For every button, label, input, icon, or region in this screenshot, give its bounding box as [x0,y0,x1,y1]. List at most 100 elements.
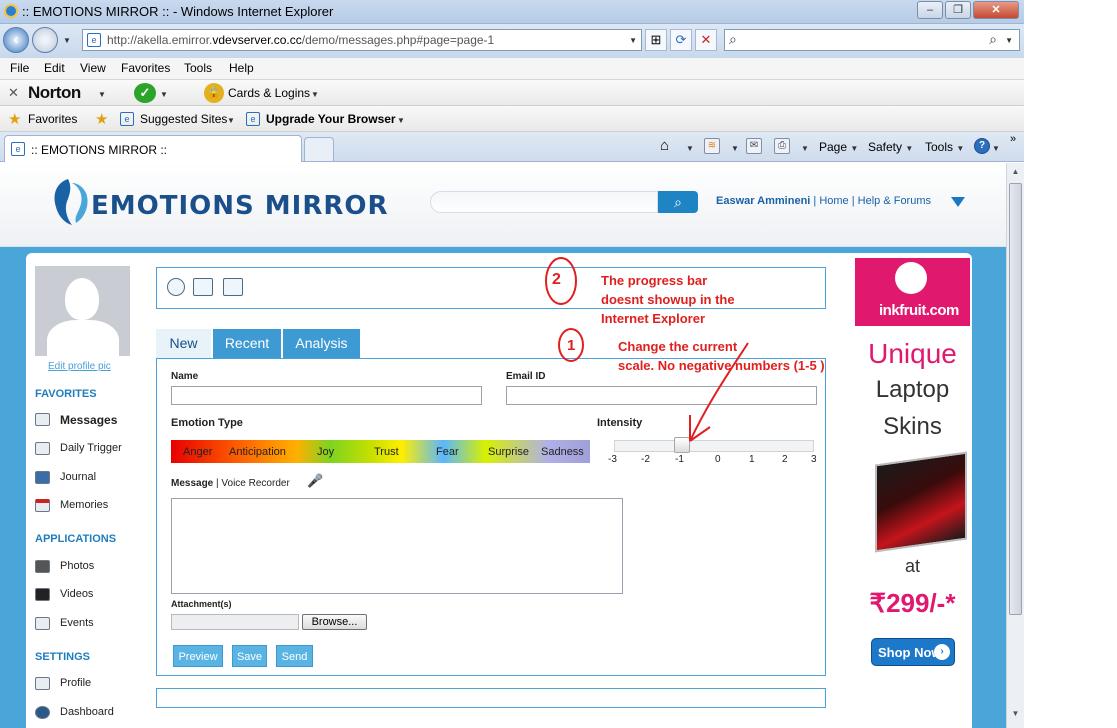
help-forums-link[interactable]: | Help & Forums [852,195,931,207]
webcam-icon[interactable] [167,278,185,296]
name-input[interactable] [171,386,482,405]
ad-brand: inkfruit.com [879,302,959,319]
history-dropdown-icon[interactable]: ▼ [63,36,71,45]
site-logo-text[interactable]: EMOTIONS MIRROR [91,191,389,221]
profile-icon [35,677,50,690]
dashboard-icon [35,706,50,719]
safe-check-icon[interactable]: ✓ [134,83,156,103]
browser-search-input[interactable]: ⌕ ⌕ ▼ [724,29,1020,51]
close-toolbar-icon[interactable]: ✕ [8,85,19,101]
page-menu[interactable]: Page ▼ [819,140,858,154]
calendar-icon [35,499,50,512]
compatibility-icon[interactable]: ⊞ [645,29,667,51]
upgrade-dropdown-icon[interactable]: ▼ [397,116,405,125]
home-dropdown-icon[interactable]: ▼ [686,144,694,153]
ad-price: ₹299/-* [869,588,956,618]
close-button[interactable]: ✕ [973,1,1019,19]
forward-window-icon[interactable] [223,278,243,296]
minimize-button[interactable]: – [917,1,943,19]
favorites-star-icon[interactable]: ★ [8,110,21,128]
scroll-up-icon[interactable]: ▲ [1009,167,1022,181]
film-icon [35,588,50,601]
browse-button[interactable]: Browse... [302,614,367,630]
add-favorite-icon[interactable]: ★ [95,110,108,128]
safety-menu[interactable]: Safety ▼ [868,140,913,154]
emotion-trust[interactable]: Trust [374,446,399,458]
search-provider-icon: ⌕ [729,31,737,47]
tab-new[interactable]: New [156,329,212,358]
tools-menu[interactable]: Tools ▼ [925,140,964,154]
save-button[interactable]: Save [232,645,267,667]
browser-tab[interactable]: e :: EMOTIONS MIRROR :: [4,135,302,162]
norton-dropdown-icon[interactable]: ▼ [98,90,106,99]
page-favicon-icon: e [11,142,25,156]
voice-recorder-link[interactable]: | Voice Recorder [216,478,290,489]
scroll-down-icon[interactable]: ▼ [1009,709,1022,723]
preview-button[interactable]: Preview [173,645,223,667]
norton-logo[interactable]: Norton [28,83,81,103]
stop-icon[interactable]: ✕ [695,29,717,51]
site-search-input[interactable] [430,191,658,213]
search-options-icon[interactable]: ▼ [1005,36,1013,45]
upgrade-browser-link[interactable]: Upgrade Your Browser [266,112,396,126]
favorites-button[interactable]: Favorites [28,112,77,126]
refresh-icon[interactable]: ⟳ [670,29,692,51]
emotion-fear[interactable]: Fear [436,446,459,458]
navigation-bar: ‹ › ▼ e http://akella.emirror.vdevserver… [0,24,1024,58]
menu-favorites[interactable]: Favorites [121,61,170,75]
emotion-joy[interactable]: Joy [317,446,334,458]
print-dropdown-icon[interactable]: ▼ [801,144,809,153]
suggested-dropdown-icon[interactable]: ▼ [227,116,235,125]
maximize-button[interactable]: ❐ [945,1,971,19]
search-icon[interactable]: ⌕ [989,31,997,48]
vertical-scrollbar[interactable]: ▲ ▼ [1006,163,1024,728]
tab-recent[interactable]: Recent [213,329,282,358]
message-textarea[interactable] [171,498,623,594]
ad-header: inkfruit.com [855,258,970,326]
menu-view[interactable]: View [80,61,106,75]
inkfruit-ad[interactable]: inkfruit.com Unique Laptop Skins at ₹299… [855,258,970,683]
cards-logins-button[interactable]: Cards & Logins [228,86,310,100]
emotion-anticipation[interactable]: Anticipation [229,446,286,458]
menu-file[interactable]: File [10,61,29,75]
new-window-icon[interactable] [193,278,213,296]
emotion-surprise[interactable]: Surprise [488,446,529,458]
emotion-anger[interactable]: Anger [183,446,212,458]
new-tab-button[interactable] [304,137,334,161]
account-dropdown-icon[interactable] [951,197,965,207]
settings-heading: SETTINGS [35,651,91,663]
attachment-path-input[interactable] [171,614,299,630]
mail-icon[interactable]: ✉ [746,138,762,154]
home-icon[interactable]: ⌂ [660,137,669,154]
username-link[interactable]: Easwar Ammineni [716,195,810,207]
feeds-dropdown-icon[interactable]: ▼ [731,144,739,153]
lock-icon[interactable]: 🔒 [204,83,224,103]
edit-profile-pic-link[interactable]: Edit profile pic [48,361,111,372]
suggested-sites-link[interactable]: Suggested Sites [140,112,227,126]
ad-at: at [904,556,920,576]
site-search-button[interactable]: ⌕ [658,191,698,213]
home-link[interactable]: | Home [810,195,848,207]
send-button[interactable]: Send [276,645,313,667]
help-dropdown-icon[interactable]: ▼ [992,144,1000,153]
ie-page-icon: e [246,112,260,126]
feeds-icon[interactable]: ≋ [704,138,720,154]
forward-button[interactable]: › [32,27,58,53]
menu-help[interactable]: Help [229,61,254,75]
emotion-type-bar[interactable]: Anger Anticipation Joy Trust Fear Surpri… [171,440,590,463]
address-bar[interactable]: e http://akella.emirror.vdevserver.co.cc… [82,29,642,51]
safe-dropdown-icon[interactable]: ▼ [160,90,168,99]
chevron-more-icon[interactable]: » [1010,133,1016,145]
menu-edit[interactable]: Edit [44,61,65,75]
address-dropdown-icon[interactable]: ▼ [629,36,637,45]
shop-now-button[interactable]: Shop Now › [871,638,955,666]
print-icon[interactable]: ⎙ [774,138,790,154]
back-button[interactable]: ‹ [3,27,29,53]
scroll-thumb[interactable] [1009,183,1022,615]
tab-analysis[interactable]: Analysis [283,329,361,358]
microphone-icon[interactable]: 🎤 [307,473,323,489]
cards-dropdown-icon[interactable]: ▼ [311,90,319,99]
applications-heading: APPLICATIONS [35,533,117,545]
help-icon[interactable]: ? [974,138,990,154]
menu-tools[interactable]: Tools [184,61,212,75]
